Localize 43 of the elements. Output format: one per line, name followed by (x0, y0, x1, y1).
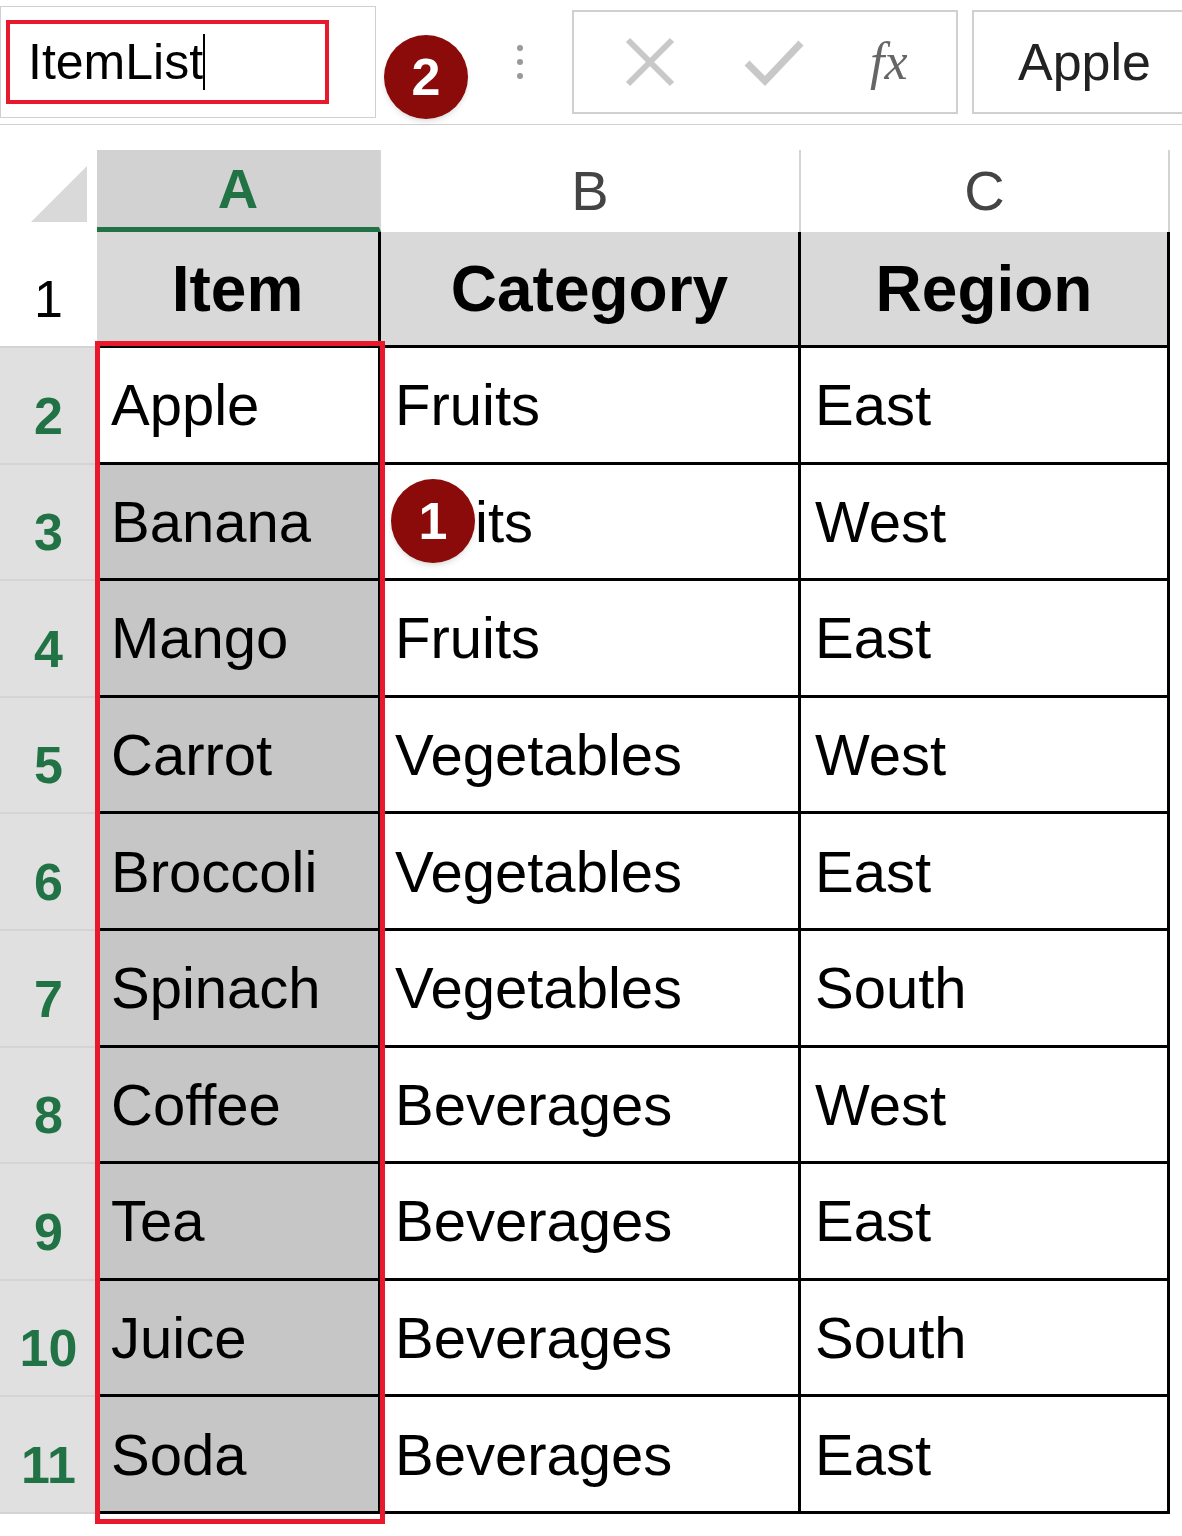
table-cell: East (801, 1164, 1170, 1281)
row-header[interactable]: 6 (0, 814, 97, 931)
table-cell: South (801, 930, 1170, 1048)
table-cell: Carrot (97, 697, 381, 815)
table-cell: South (801, 1280, 1170, 1398)
step-badge: 1 (391, 479, 475, 564)
more-options-icon (516, 44, 524, 80)
table-cell: West (801, 464, 1170, 582)
row-header[interactable]: 4 (0, 581, 97, 698)
cell-text: its (475, 487, 533, 556)
table-cell: Broccoli (97, 814, 381, 931)
formula-field[interactable]: Apple (972, 10, 1182, 114)
table-cell: West (801, 697, 1170, 815)
table-cell: East (801, 814, 1170, 931)
row-header[interactable]: 10 (0, 1280, 97, 1398)
table-cell: Coffee (97, 1047, 381, 1165)
table-cell: East (801, 1397, 1170, 1514)
name-box[interactable]: ItemList (0, 6, 376, 118)
column-header[interactable]: A (97, 150, 381, 232)
row-header[interactable]: 11 (0, 1397, 97, 1514)
table-cell: Tea (97, 1164, 381, 1281)
table-cell: Spinach (97, 930, 381, 1048)
row-header[interactable]: 3 (0, 464, 97, 582)
row-header[interactable]: 8 (0, 1047, 97, 1165)
table-cell: East (801, 581, 1170, 698)
step-badge: 2 (384, 35, 468, 119)
table-cell: Soda (97, 1397, 381, 1514)
row-header[interactable]: 5 (0, 697, 97, 815)
row-header[interactable]: 9 (0, 1164, 97, 1281)
table-cell: Apple (97, 348, 381, 465)
table-cell: Mango (97, 581, 381, 698)
row-header[interactable]: 7 (0, 930, 97, 1048)
table-cell: East (801, 348, 1170, 465)
row-header[interactable]: 2 (0, 348, 97, 465)
header-cell: Region (801, 232, 1170, 348)
header-cell: Category (381, 232, 801, 348)
name-box-field[interactable]: ItemList (6, 20, 329, 104)
table-cell: Juice (97, 1280, 381, 1398)
table-cell: West (801, 1047, 1170, 1165)
insert-function-button[interactable]: fx (870, 23, 908, 101)
table-cell: Banana (97, 464, 381, 582)
select-all-icon[interactable] (31, 166, 87, 222)
header-cell: Item (97, 232, 381, 348)
